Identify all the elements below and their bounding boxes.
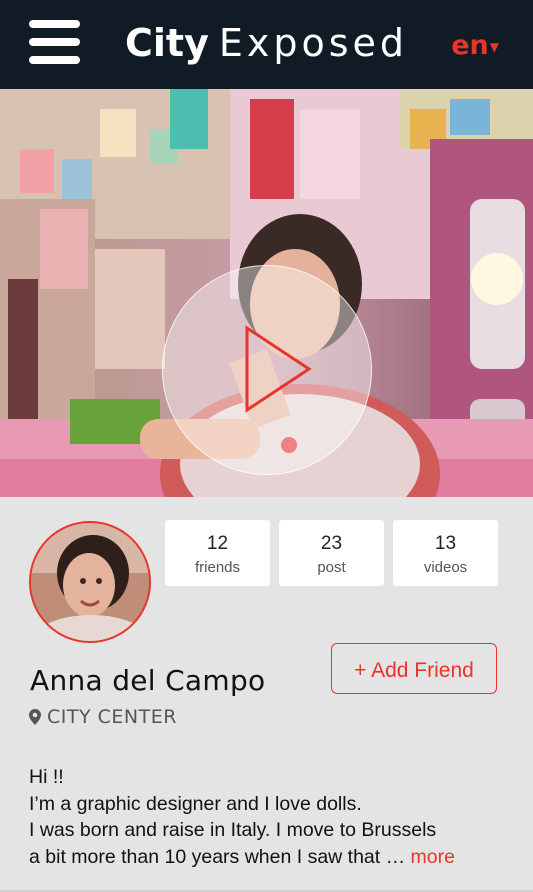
stat-value: 13 [434,533,457,554]
stat-label: friends [194,559,241,576]
more-link[interactable]: more [411,846,455,868]
profile-name: Anna del Campo [30,664,266,697]
play-icon [245,325,312,413]
add-friend-button[interactable]: + Add Friend [331,643,497,694]
profile-video[interactable] [0,89,533,497]
language-selector[interactable]: en▼ [451,30,499,61]
logo-light-text: Exposed [218,21,409,65]
profile-location: CITY CENTER [29,706,177,728]
stat-videos[interactable]: 13 videos [393,520,498,586]
stat-friends[interactable]: 12 friends [165,520,270,586]
avatar-photo [31,523,149,641]
bio-line: I was born and raise in Italy. I move to… [29,819,437,841]
bio-line: a bit more than 10 years when I saw that… [29,845,406,868]
profile-bio: Hi !! I’m a graphic designer and I love … [29,764,519,870]
bio-line: I’m a graphic designer and I love dolls. [29,792,362,815]
play-button[interactable] [162,265,372,475]
map-pin-icon [29,709,41,725]
caret-down-icon: ▼ [489,39,499,54]
location-text: CITY CENTER [47,706,177,728]
avatar[interactable] [29,521,151,643]
stat-value: 23 [320,533,343,554]
stat-posts[interactable]: 23 post [279,520,384,586]
stat-value: 12 [206,533,229,554]
stat-label: videos [423,559,468,576]
top-bar: City Exposed en▼ [0,0,533,89]
language-code: en [451,30,489,61]
stat-label: post [317,559,346,576]
logo-bold-text: City [124,21,209,65]
bio-line-last: a bit more than 10 years when I saw that… [29,844,519,871]
bio-line: Hi !! [29,766,64,788]
